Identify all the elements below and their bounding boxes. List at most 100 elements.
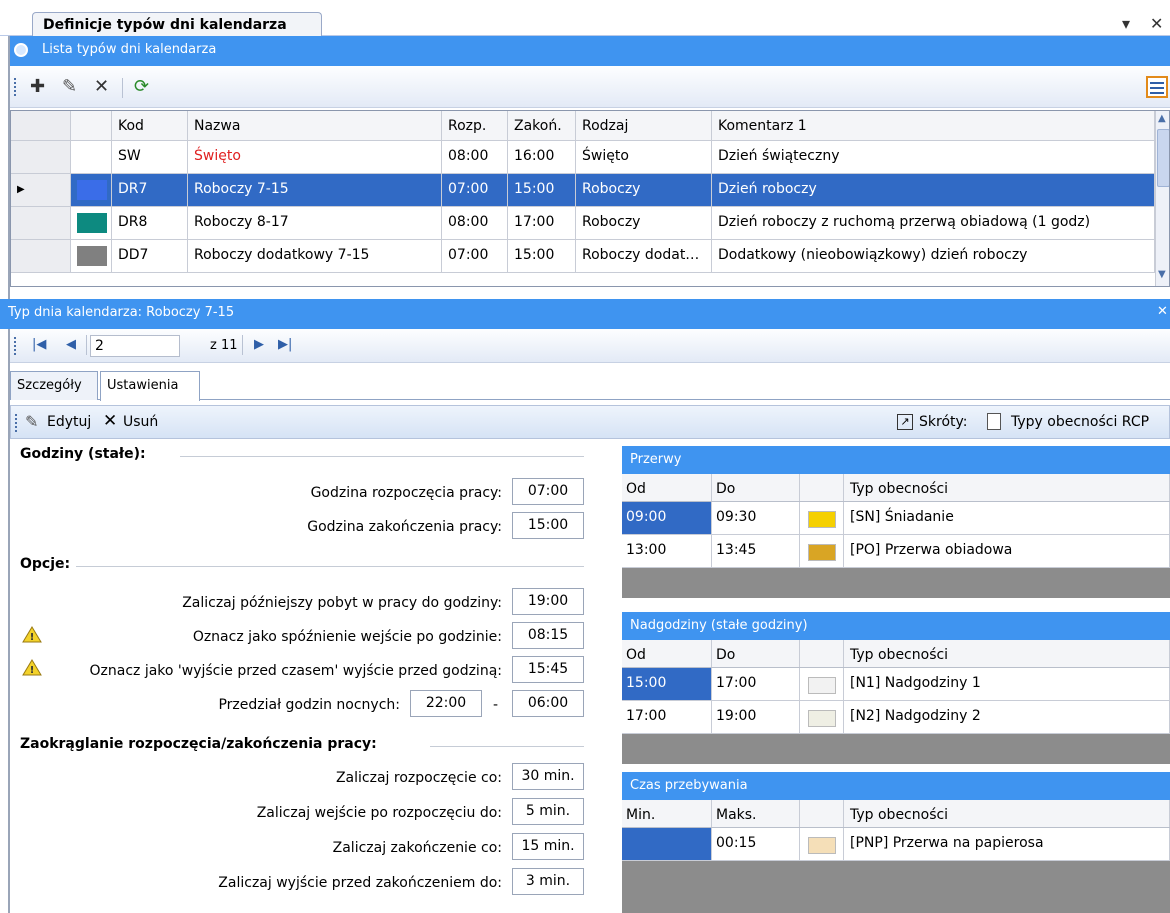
cell-type[interactable]: [SN] Śniadanie [844,502,1170,534]
edit-button[interactable]: Edytuj [47,414,91,430]
late-field[interactable]: 08:15 [512,622,584,649]
later-stay-field[interactable]: 19:00 [512,588,584,615]
row-color-cell[interactable] [71,141,112,173]
col-nazwa[interactable]: Nazwa [188,111,442,140]
cell-type[interactable]: [PNP] Przerwa na papierosa [844,828,1170,860]
col-rozp[interactable]: Rozp. [442,111,508,140]
shortcuts-label[interactable]: Skróty: [919,414,967,430]
cell-from[interactable]: 17:00 [622,701,712,733]
col-rodzaj[interactable]: Rodzaj [576,111,712,140]
night-from-field[interactable]: 22:00 [410,690,482,717]
overtime-col-from[interactable]: Od [622,640,712,667]
cell-kod[interactable]: DR8 [112,207,188,239]
first-record-icon[interactable]: |◀ [32,337,46,352]
cell-from[interactable]: 09:00 [622,502,712,534]
color-column-header[interactable] [71,111,112,140]
delete-icon[interactable]: ✕ [94,76,109,98]
rcp-types-button[interactable]: Typy obecności RCP [1011,414,1149,430]
list-item[interactable]: 09:00 09:30 [SN] Śniadanie [622,502,1170,535]
last-record-icon[interactable]: ▶| [278,337,292,352]
cell-type[interactable]: [N2] Nadgodziny 2 [844,701,1170,733]
table-row[interactable]: SW Święto 08:00 16:00 Święto Dzień świąteczny [11,141,1155,174]
grid-scrollbar[interactable]: ▲ ▼ [1155,111,1169,286]
round-exit-field[interactable]: 3 min. [512,868,584,895]
list-item[interactable]: 17:00 19:00 [N2] Nadgodziny 2 [622,701,1170,734]
cell-type[interactable]: [N1] Nadgodziny 1 [844,668,1170,700]
cell-zakon[interactable]: 17:00 [508,207,576,239]
table-row[interactable]: DR8 Roboczy 8-17 08:00 17:00 Roboczy Dzień ro… [11,207,1155,240]
cell-rodzaj[interactable]: Święto [576,141,712,173]
list-item[interactable]: 15:00 17:00 [N1] Nadgodziny 1 [622,668,1170,701]
delete-button[interactable]: Usuń [123,414,158,430]
cell-to[interactable]: 19:00 [712,701,800,733]
overtime-col-to[interactable]: Do [712,640,800,667]
tab-settings[interactable]: Ustawienia [100,371,200,401]
table-row[interactable]: ▶ DR7 Roboczy 7-15 07:00 15:00 Roboczy Dzień r… [11,174,1155,207]
close-document-icon[interactable]: ✕ [1150,14,1163,33]
early-exit-field[interactable]: 15:45 [512,656,584,683]
row-color-cell[interactable] [800,502,844,534]
cell-komentarz[interactable]: Dzień roboczy [712,174,1155,206]
row-selector[interactable] [11,240,71,272]
breaks-col-type[interactable]: Typ obecności [844,474,1170,501]
overtime-col-color[interactable] [800,640,844,667]
end-time-field[interactable]: 15:00 [512,512,584,539]
cell-to[interactable]: 17:00 [712,668,800,700]
row-color-cell[interactable] [71,207,112,239]
breaks-col-to[interactable]: Do [712,474,800,501]
nav-grip[interactable] [14,337,17,355]
cell-rodzaj[interactable]: Roboczy dodat… [576,240,712,272]
row-color-cell[interactable] [800,828,844,860]
presence-col-max[interactable]: Maks. [712,800,800,827]
cell-max[interactable]: 00:15 [712,828,800,860]
breaks-col-color[interactable] [800,474,844,501]
row-color-cell[interactable] [800,701,844,733]
add-icon[interactable]: ✚ [30,76,45,98]
cell-komentarz[interactable]: Dodatkowy (nieobowiązkowy) dzień roboczy [712,240,1155,272]
cell-nazwa[interactable]: Roboczy dodatkowy 7-15 [188,240,442,272]
overtime-col-type[interactable]: Typ obecności [844,640,1170,667]
cell-rozp[interactable]: 08:00 [442,207,508,239]
cell-to[interactable]: 09:30 [712,502,800,534]
settings-grip[interactable] [15,414,18,432]
cell-rozp[interactable]: 07:00 [442,240,508,272]
record-position-input[interactable]: 2 [90,335,180,357]
cell-zakon[interactable]: 16:00 [508,141,576,173]
presence-col-min[interactable]: Min. [622,800,712,827]
cell-kod[interactable]: DD7 [112,240,188,272]
cell-rodzaj[interactable]: Roboczy [576,174,712,206]
table-row[interactable]: DD7 Roboczy dodatkowy 7-15 07:00 15:00 Roboc… [11,240,1155,273]
pin-icon[interactable]: ▾ [1122,14,1130,33]
col-komentarz[interactable]: Komentarz 1 [712,111,1155,140]
round-start-field[interactable]: 30 min. [512,763,584,790]
cell-zakon[interactable]: 15:00 [508,174,576,206]
cell-kod[interactable]: DR7 [112,174,188,206]
cell-nazwa[interactable]: Roboczy 8-17 [188,207,442,239]
list-item[interactable]: 13:00 13:45 [PO] Przerwa obiadowa [622,535,1170,568]
cell-rozp[interactable]: 07:00 [442,174,508,206]
cell-to[interactable]: 13:45 [712,535,800,567]
cell-rodzaj[interactable]: Roboczy [576,207,712,239]
cell-kod[interactable]: SW [112,141,188,173]
next-record-icon[interactable]: ▶ [254,337,264,352]
cell-from[interactable]: 15:00 [622,668,712,700]
cell-zakon[interactable]: 15:00 [508,240,576,272]
prev-record-icon[interactable]: ◀ [66,337,76,352]
cell-komentarz[interactable]: Dzień świąteczny [712,141,1155,173]
start-time-field[interactable]: 07:00 [512,478,584,505]
row-color-cell[interactable] [800,668,844,700]
presence-col-type[interactable]: Typ obecności [844,800,1170,827]
row-color-cell[interactable] [800,535,844,567]
row-color-cell[interactable] [71,174,112,206]
row-selector[interactable] [11,141,71,173]
scroll-down-icon[interactable]: ▼ [1158,269,1169,283]
col-kod[interactable]: Kod [112,111,188,140]
cell-min[interactable] [622,828,712,860]
round-end-field[interactable]: 15 min. [512,833,584,860]
round-entry-field[interactable]: 5 min. [512,798,584,825]
cell-rozp[interactable]: 08:00 [442,141,508,173]
detail-close-icon[interactable]: ✕ [1157,304,1168,319]
refresh-icon[interactable]: ⟳ [134,76,149,98]
row-selector[interactable]: ▶ [11,174,71,206]
document-tab[interactable]: Definicje typów dni kalendarza [32,12,322,37]
